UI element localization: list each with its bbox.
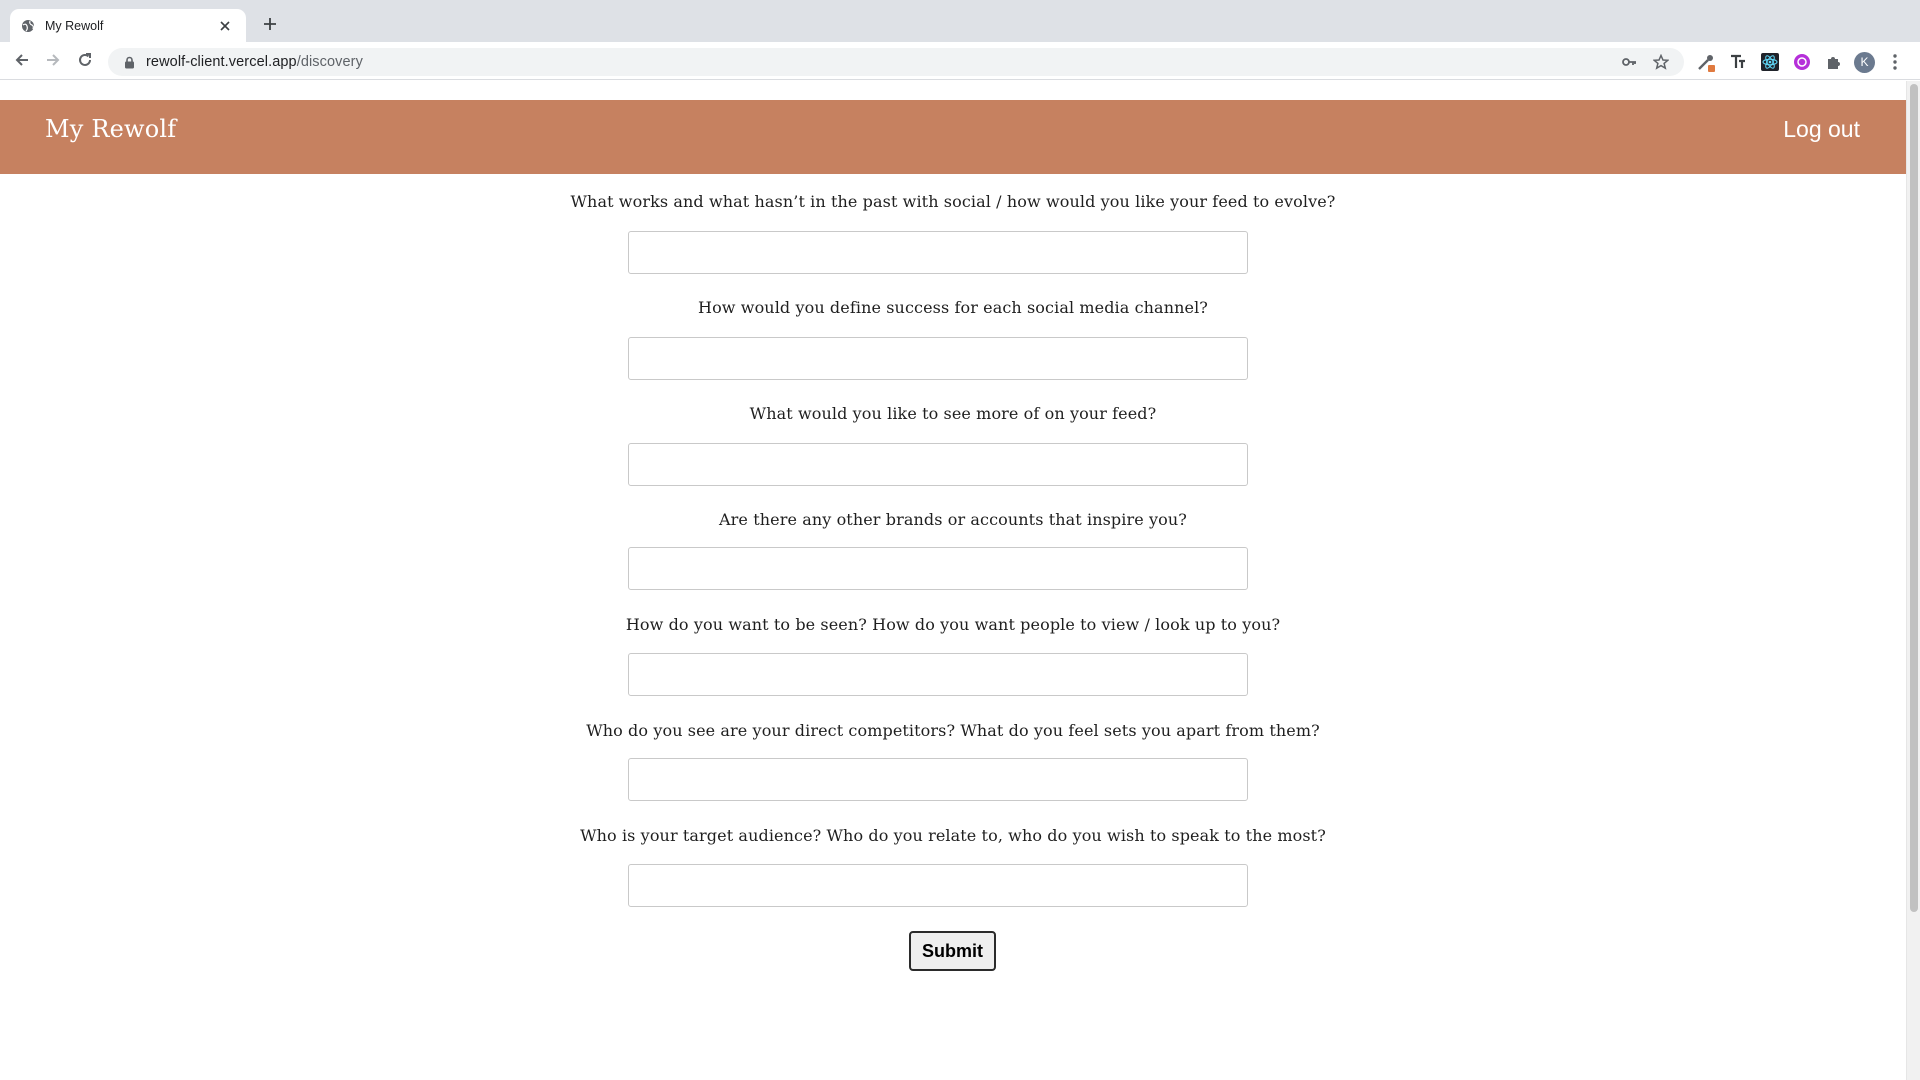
star-icon[interactable] <box>1650 51 1672 73</box>
question-label: Who is your target audience? Who do you … <box>580 826 1326 845</box>
answer-input[interactable] <box>628 547 1248 590</box>
question-label: How do you want to be seen? How do you w… <box>625 615 1281 634</box>
question-label: Are there any other brands or accounts t… <box>719 510 1187 529</box>
puzzle-icon[interactable] <box>1822 50 1846 74</box>
kebab-menu-icon[interactable] <box>1883 50 1907 74</box>
answer-input[interactable] <box>628 231 1248 274</box>
forward-button[interactable] <box>40 49 66 75</box>
page-content: My Rewolf Log out What works and what ha… <box>0 81 1906 1080</box>
arrow-right-icon <box>45 52 61 73</box>
back-button[interactable] <box>9 49 35 75</box>
purple-extension-icon[interactable] <box>1790 50 1814 74</box>
answer-input[interactable] <box>628 864 1248 907</box>
page-scrollbar[interactable] <box>1906 81 1920 1080</box>
font-icon[interactable] <box>1726 50 1750 74</box>
url-text: rewolf-client.vercel.app/discovery <box>146 54 1608 70</box>
extensions-area: K <box>1694 50 1915 74</box>
question-label: Who do you see are your direct competito… <box>586 721 1320 740</box>
browser-tab[interactable]: My Rewolf <box>10 9 246 42</box>
plus-icon <box>263 17 277 36</box>
browser-toolbar: rewolf-client.vercel.app/discovery K <box>0 42 1920 80</box>
submit-button[interactable]: Submit <box>909 931 996 971</box>
eyedropper-icon[interactable] <box>1694 50 1718 74</box>
new-tab-button[interactable] <box>255 12 285 40</box>
address-bar[interactable]: rewolf-client.vercel.app/discovery <box>108 48 1684 76</box>
scrollbar-thumb[interactable] <box>1910 84 1918 912</box>
answer-input[interactable] <box>628 653 1248 696</box>
question-label: How would you define success for each so… <box>698 298 1208 317</box>
react-devtools-icon[interactable] <box>1758 50 1782 74</box>
answer-input[interactable] <box>628 443 1248 486</box>
lock-icon <box>122 55 136 69</box>
profile-avatar[interactable]: K <box>1854 51 1875 73</box>
answer-input[interactable] <box>628 758 1248 801</box>
question-label: What works and what hasn’t in the past w… <box>570 192 1336 211</box>
site-header: My Rewolf Log out <box>0 100 1906 174</box>
browser-tabstrip: My Rewolf <box>0 0 1920 42</box>
globe-icon <box>20 18 35 33</box>
reload-icon <box>77 52 93 73</box>
url-path: /discovery <box>296 54 363 70</box>
url-host: rewolf-client.vercel.app <box>146 54 297 70</box>
reload-button[interactable] <box>72 49 98 75</box>
logout-link[interactable]: Log out <box>1783 116 1860 143</box>
answer-input[interactable] <box>628 337 1248 380</box>
key-icon[interactable] <box>1618 51 1640 73</box>
question-label: What would you like to see more of on yo… <box>749 404 1157 423</box>
tab-title: My Rewolf <box>45 18 104 33</box>
arrow-left-icon <box>14 52 30 73</box>
brand-logo-text[interactable]: My Rewolf <box>45 115 176 143</box>
close-icon[interactable] <box>216 17 234 35</box>
